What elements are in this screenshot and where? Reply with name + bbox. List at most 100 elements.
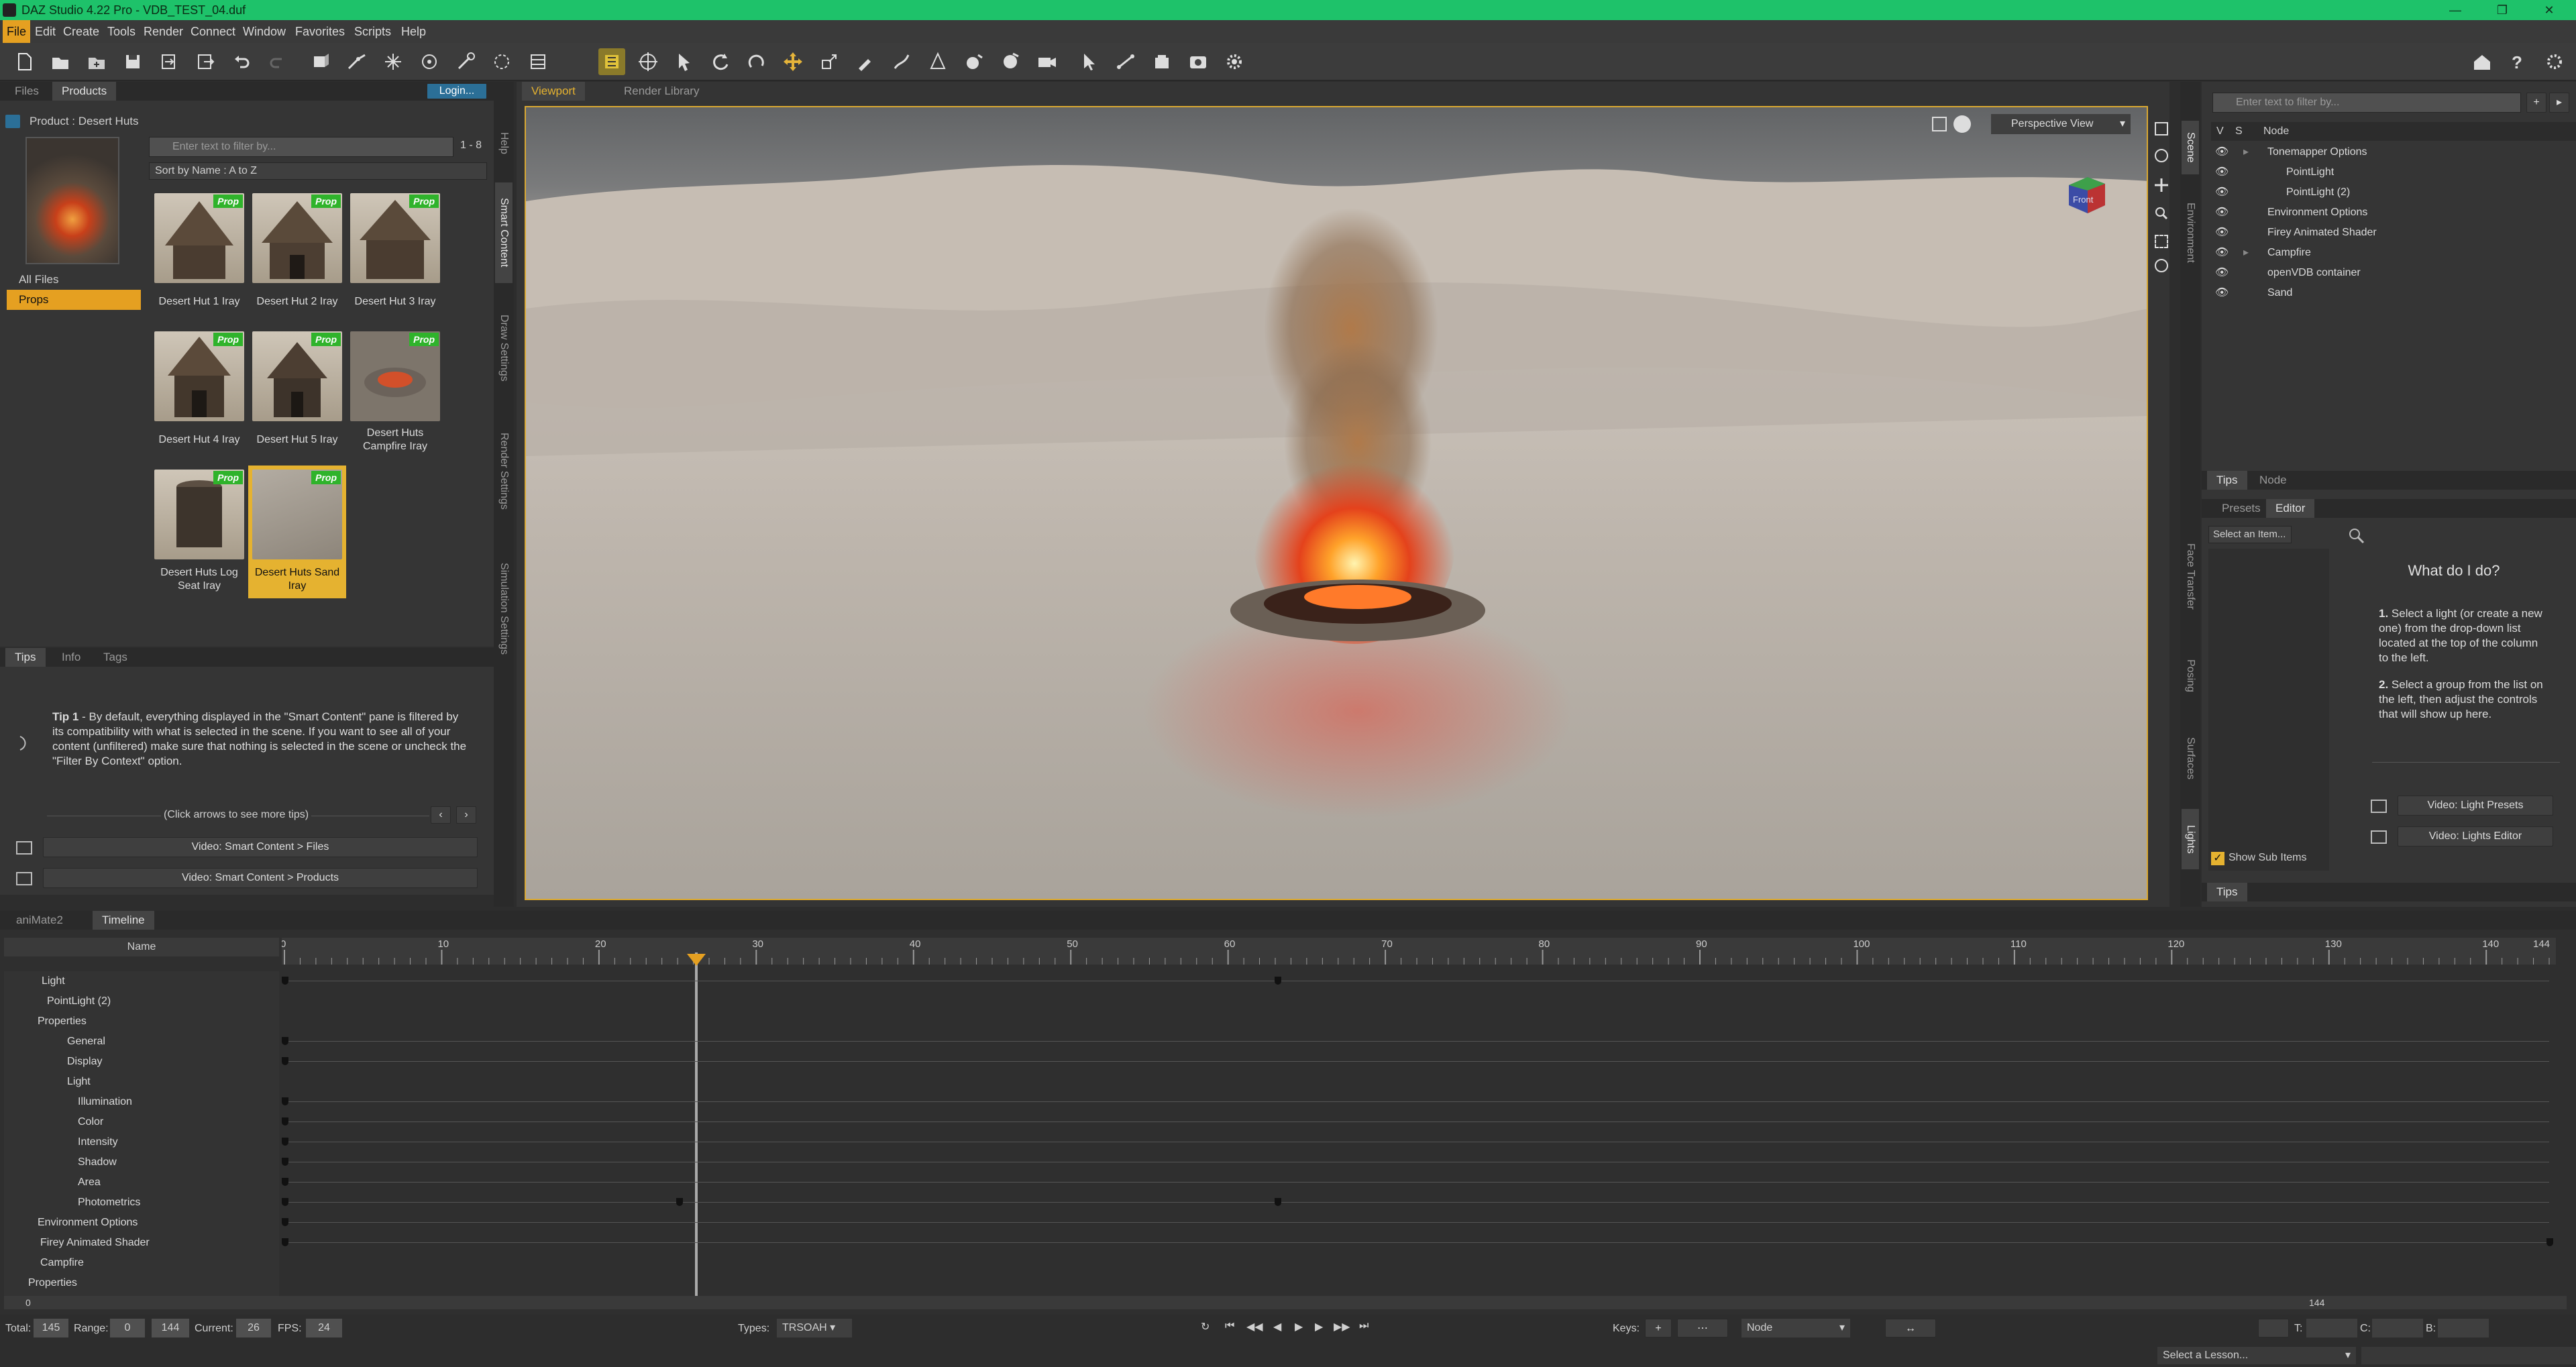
tab-products[interactable]: Products (52, 82, 117, 101)
vtab-posing[interactable]: Posing (2182, 645, 2199, 706)
region-nav-icon[interactable] (488, 48, 515, 75)
track-name[interactable]: Color (4, 1112, 279, 1132)
scene-add-button[interactable]: + (2526, 93, 2546, 113)
draw-style-icon[interactable] (1953, 115, 1971, 133)
track-name[interactable]: Campfire (4, 1253, 279, 1273)
tab-render-library[interactable]: Render Library (614, 82, 708, 101)
geometry-editor-icon[interactable] (416, 48, 443, 75)
menu-render[interactable]: Render (140, 20, 187, 43)
tab-tags[interactable]: Tags (94, 648, 137, 667)
item-label[interactable]: Desert Huts Log Seat Iray (149, 566, 250, 593)
video-lights-editor-button[interactable]: Video: Lights Editor (2398, 826, 2553, 846)
tab-info[interactable]: Info (52, 648, 90, 667)
track-name[interactable]: Photometrics (4, 1193, 279, 1213)
item-thumbnail[interactable]: Prop (154, 193, 244, 283)
view-cube[interactable]: Front (2062, 170, 2109, 217)
search-icon[interactable] (2347, 526, 2367, 546)
tab-animate2[interactable]: aniMate2 (7, 911, 72, 930)
distance-tool-icon[interactable] (1112, 48, 1139, 75)
tab-editor[interactable]: Editor (2266, 499, 2315, 518)
scene-row[interactable]: 👁 PointLight (2) (2211, 182, 2576, 203)
merge-icon[interactable] (83, 48, 110, 75)
item-thumbnail[interactable]: Prop (350, 331, 440, 421)
item-label[interactable]: Desert Hut 1 Iray (149, 295, 250, 309)
timeline-scrollbar[interactable]: 0 144 (4, 1296, 2567, 1309)
menu-favorites[interactable]: Favorites (291, 20, 349, 43)
scene-row[interactable]: 👁 ▸ Tonemapper Options (2211, 142, 2576, 162)
tcb-button[interactable] (2258, 1319, 2289, 1337)
menu-file[interactable]: File (3, 20, 31, 43)
3d-viewport[interactable]: Perspective View ▾ Front (525, 106, 2148, 900)
new-icon[interactable] (11, 48, 38, 75)
folder-props[interactable]: Props (7, 290, 141, 310)
light-select-dropdown[interactable]: Select an Item... (2208, 526, 2292, 543)
eye-icon[interactable]: 👁 (2215, 283, 2229, 303)
node-dropdown[interactable]: Node ▾ (1741, 1319, 1850, 1337)
track-name[interactable]: Display (4, 1052, 279, 1072)
track-name[interactable]: Shadow (4, 1152, 279, 1172)
fps-field[interactable]: 24 (306, 1319, 342, 1337)
node-weight-brush-icon[interactable] (852, 48, 879, 75)
add-key-button[interactable]: + (1645, 1319, 1672, 1337)
frame-ruler[interactable]: 0 10 20 30 40 50 60 70 80 90 100 110 120 130 140 144 (282, 938, 2556, 965)
item-label[interactable]: Desert Hut 5 Iray (247, 433, 347, 447)
menu-create[interactable]: Create (59, 20, 103, 43)
total-field[interactable]: 145 (34, 1319, 68, 1337)
screenshot-icon[interactable] (1185, 48, 1212, 75)
vtab-scene[interactable]: Scene (2182, 121, 2199, 174)
vtab-draw-settings[interactable]: Draw Settings (495, 298, 513, 398)
vtab-lights[interactable]: Lights (2182, 809, 2199, 869)
settings-icon[interactable] (2541, 48, 2568, 75)
track-name[interactable]: Area (4, 1172, 279, 1193)
item-thumbnail[interactable]: Prop (154, 331, 244, 421)
prev-frame-icon[interactable]: ◀ (1273, 1320, 1281, 1333)
eye-icon[interactable]: 👁 (2215, 243, 2229, 263)
sort-dropdown[interactable]: Sort by Name : A to Z (149, 162, 487, 180)
rotate-alt-icon[interactable] (743, 48, 770, 75)
surface-selection-icon[interactable] (525, 48, 551, 75)
save-icon[interactable] (119, 48, 146, 75)
scene-row[interactable]: 👁 ▸ Campfire (2211, 243, 2576, 263)
universal-tool-icon[interactable] (635, 48, 661, 75)
vtab-render-settings[interactable]: Render Settings (495, 417, 513, 525)
video-smart-content-products-button[interactable]: Video: Smart Content > Products (43, 868, 478, 888)
frame-icon[interactable] (2155, 235, 2168, 248)
last-frame-icon[interactable]: ⏭ (1359, 1320, 1368, 1332)
login-button[interactable]: Login... (427, 83, 487, 99)
track-name[interactable]: Properties (4, 1011, 279, 1032)
scene-icon[interactable] (307, 48, 334, 75)
surface-selection-tool-icon[interactable] (888, 48, 915, 75)
play-icon[interactable]: ▶ (1295, 1320, 1303, 1333)
eye-icon[interactable]: 👁 (2215, 162, 2229, 182)
vtab-help[interactable]: Help (495, 119, 513, 166)
restore-icon[interactable]: ❐ (2482, 0, 2522, 20)
cursor-icon[interactable] (1076, 48, 1103, 75)
next-frame-icon[interactable]: ▶ (1315, 1320, 1323, 1333)
first-frame-icon[interactable]: ⏮ (1225, 1320, 1234, 1332)
prev-tip-button[interactable]: ‹ (431, 806, 451, 824)
menu-tools[interactable]: Tools (103, 20, 140, 43)
scale-icon[interactable] (816, 48, 843, 75)
lesson-dropdown[interactable]: Select a Lesson... ▾ (2157, 1347, 2356, 1364)
render-icon[interactable] (997, 48, 1024, 75)
key-options-button[interactable]: ⋯ (1677, 1319, 1728, 1337)
vtab-surfaces[interactable]: Surfaces (2182, 722, 2199, 796)
menu-edit[interactable]: Edit (31, 20, 60, 43)
next-key-icon[interactable]: ▶▶ (1334, 1320, 1350, 1333)
vtab-environment[interactable]: Environment (2182, 189, 2199, 276)
joint-editor-icon[interactable] (343, 48, 370, 75)
minimize-icon[interactable]: — (2435, 0, 2475, 20)
node-weight-icon[interactable] (380, 48, 407, 75)
track-name[interactable]: Environment Options (4, 1213, 279, 1233)
scene-row[interactable]: 👁 Firey Animated Shader (2211, 223, 2576, 243)
types-dropdown[interactable]: TRSOAH ▾ (777, 1319, 852, 1337)
track-name[interactable]: Intensity (4, 1132, 279, 1152)
track-name[interactable]: General (4, 1032, 279, 1052)
item-label[interactable]: Desert Hut 2 Iray (247, 295, 347, 309)
new-camera-icon[interactable] (1033, 48, 1060, 75)
item-thumbnail[interactable]: Prop (252, 331, 342, 421)
lesson-step-strip[interactable] (2361, 1347, 2576, 1364)
gear-icon[interactable] (1221, 48, 1248, 75)
iray-render-icon[interactable] (961, 48, 987, 75)
filter-input[interactable]: Enter text to filter by... (149, 137, 453, 157)
